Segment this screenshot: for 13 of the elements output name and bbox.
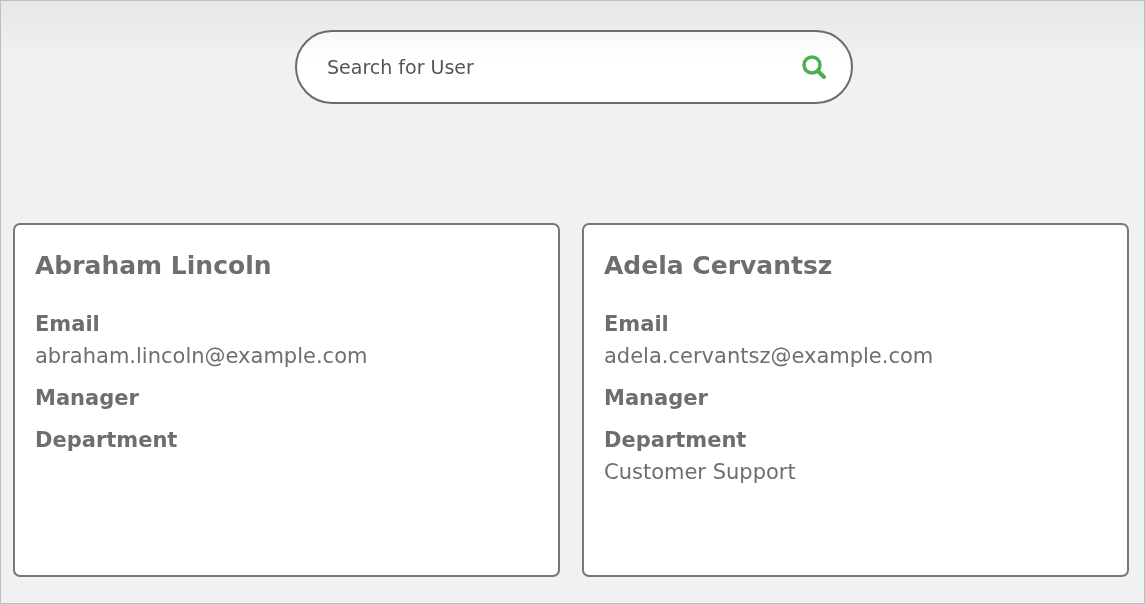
field-label: Department: [35, 428, 179, 452]
field-label: Department: [604, 428, 748, 452]
field-value: abraham.lincoln@example.com: [35, 344, 369, 368]
field-label: Manager: [35, 386, 140, 410]
user-name: Adela Cervantsz: [604, 251, 834, 280]
field-value: adela.cervantsz@example.com: [604, 344, 935, 368]
field-label: Email: [35, 312, 101, 336]
user-name: Abraham Lincoln: [35, 251, 273, 280]
field-label: Email: [604, 312, 670, 336]
search-icon[interactable]: [801, 54, 827, 80]
field-value: Customer Support: [604, 460, 797, 484]
field-label: Manager: [604, 386, 709, 410]
search-field[interactable]: Search for User: [295, 30, 853, 104]
